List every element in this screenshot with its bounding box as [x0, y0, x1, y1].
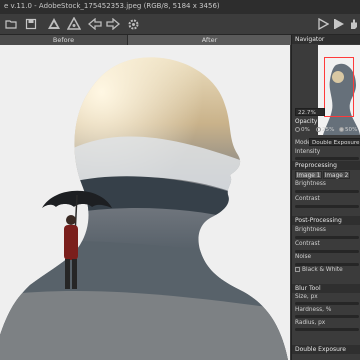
size-label: Size, px — [295, 294, 318, 300]
arrow-right-icon[interactable] — [104, 15, 122, 33]
opacity-50-label: 50% — [345, 127, 358, 133]
radius-label: Radius, px — [295, 320, 326, 326]
toolbar — [0, 14, 360, 35]
bw-label: Black & White — [302, 267, 343, 273]
post-contrast-label: Contrast — [295, 241, 320, 247]
opacity-label: Opacity — [295, 119, 318, 125]
postprocessing-header: Post-Processing — [292, 216, 360, 225]
save-icon[interactable] — [22, 15, 40, 33]
tab-after[interactable]: After — [127, 35, 291, 45]
intensity-slider[interactable] — [295, 157, 359, 160]
tab-before[interactable]: Before — [0, 35, 127, 45]
pre-contrast-label: Contrast — [295, 196, 320, 202]
blur-tool-header: Blur Tool — [292, 284, 360, 293]
post-brightness-slider[interactable] — [295, 236, 359, 239]
opacity-50-radio[interactable]: 50% — [339, 127, 357, 133]
radius-slider[interactable] — [295, 328, 359, 331]
noise-label: Noise — [295, 254, 312, 260]
settings-icon[interactable] — [124, 15, 142, 33]
tab-image-2[interactable]: Image 2 — [323, 171, 350, 179]
double-exposure-image — [0, 45, 290, 360]
double-exposure-header: Double Exposure — [292, 345, 360, 354]
settings-panel: Navigator 22.7% Opacity 0% 25% 50% Mode … — [291, 35, 360, 360]
navigator-header: Navigator — [292, 35, 360, 44]
pre-brightness-label: Brightness — [295, 181, 326, 187]
open-icon[interactable] — [2, 15, 20, 33]
hand-icon[interactable] — [345, 15, 360, 33]
radio-dot-icon — [295, 127, 300, 132]
navigator-viewport-frame[interactable] — [324, 57, 354, 117]
radio-dot-icon — [316, 127, 321, 132]
window-title: e v.11.0 - AdobeStock_175452353.jpeg (RG… — [4, 2, 220, 10]
bw-checkbox[interactable]: Black & White — [295, 267, 343, 273]
triangle-outline-icon[interactable] — [65, 15, 83, 33]
opacity-0-radio[interactable]: 0% — [295, 127, 310, 133]
pre-brightness-slider[interactable] — [295, 190, 359, 193]
checkbox-icon — [295, 267, 300, 272]
hardness-slider[interactable] — [295, 315, 359, 318]
opacity-25-radio[interactable]: 25% — [316, 127, 334, 133]
navigator-thumbnail[interactable] — [318, 45, 360, 135]
hardness-label: Hardness, % — [295, 307, 332, 313]
view-tabs: Before After — [0, 35, 291, 45]
pre-contrast-slider[interactable] — [295, 205, 359, 208]
intensity-label: Intensity — [295, 149, 321, 155]
image-canvas[interactable] — [0, 45, 290, 360]
noise-slider[interactable] — [295, 263, 359, 266]
arrow-left-icon[interactable] — [86, 15, 104, 33]
opacity-25-label: 25% — [322, 127, 335, 133]
size-slider[interactable] — [295, 302, 359, 305]
post-brightness-label: Brightness — [295, 227, 326, 233]
preprocessing-header: Preprocessing — [292, 161, 360, 170]
radio-dot-icon — [339, 127, 344, 132]
tab-image-1[interactable]: Image 1 — [295, 171, 322, 179]
post-contrast-slider[interactable] — [295, 250, 359, 253]
title-bar: e v.11.0 - AdobeStock_175452353.jpeg (RG… — [0, 0, 360, 15]
zoom-field[interactable]: 22.7% — [295, 108, 325, 116]
mode-select[interactable]: Double Exposure (Deli — [309, 138, 360, 146]
triangle-icon[interactable] — [45, 15, 63, 33]
opacity-0-label: 0% — [301, 127, 310, 133]
